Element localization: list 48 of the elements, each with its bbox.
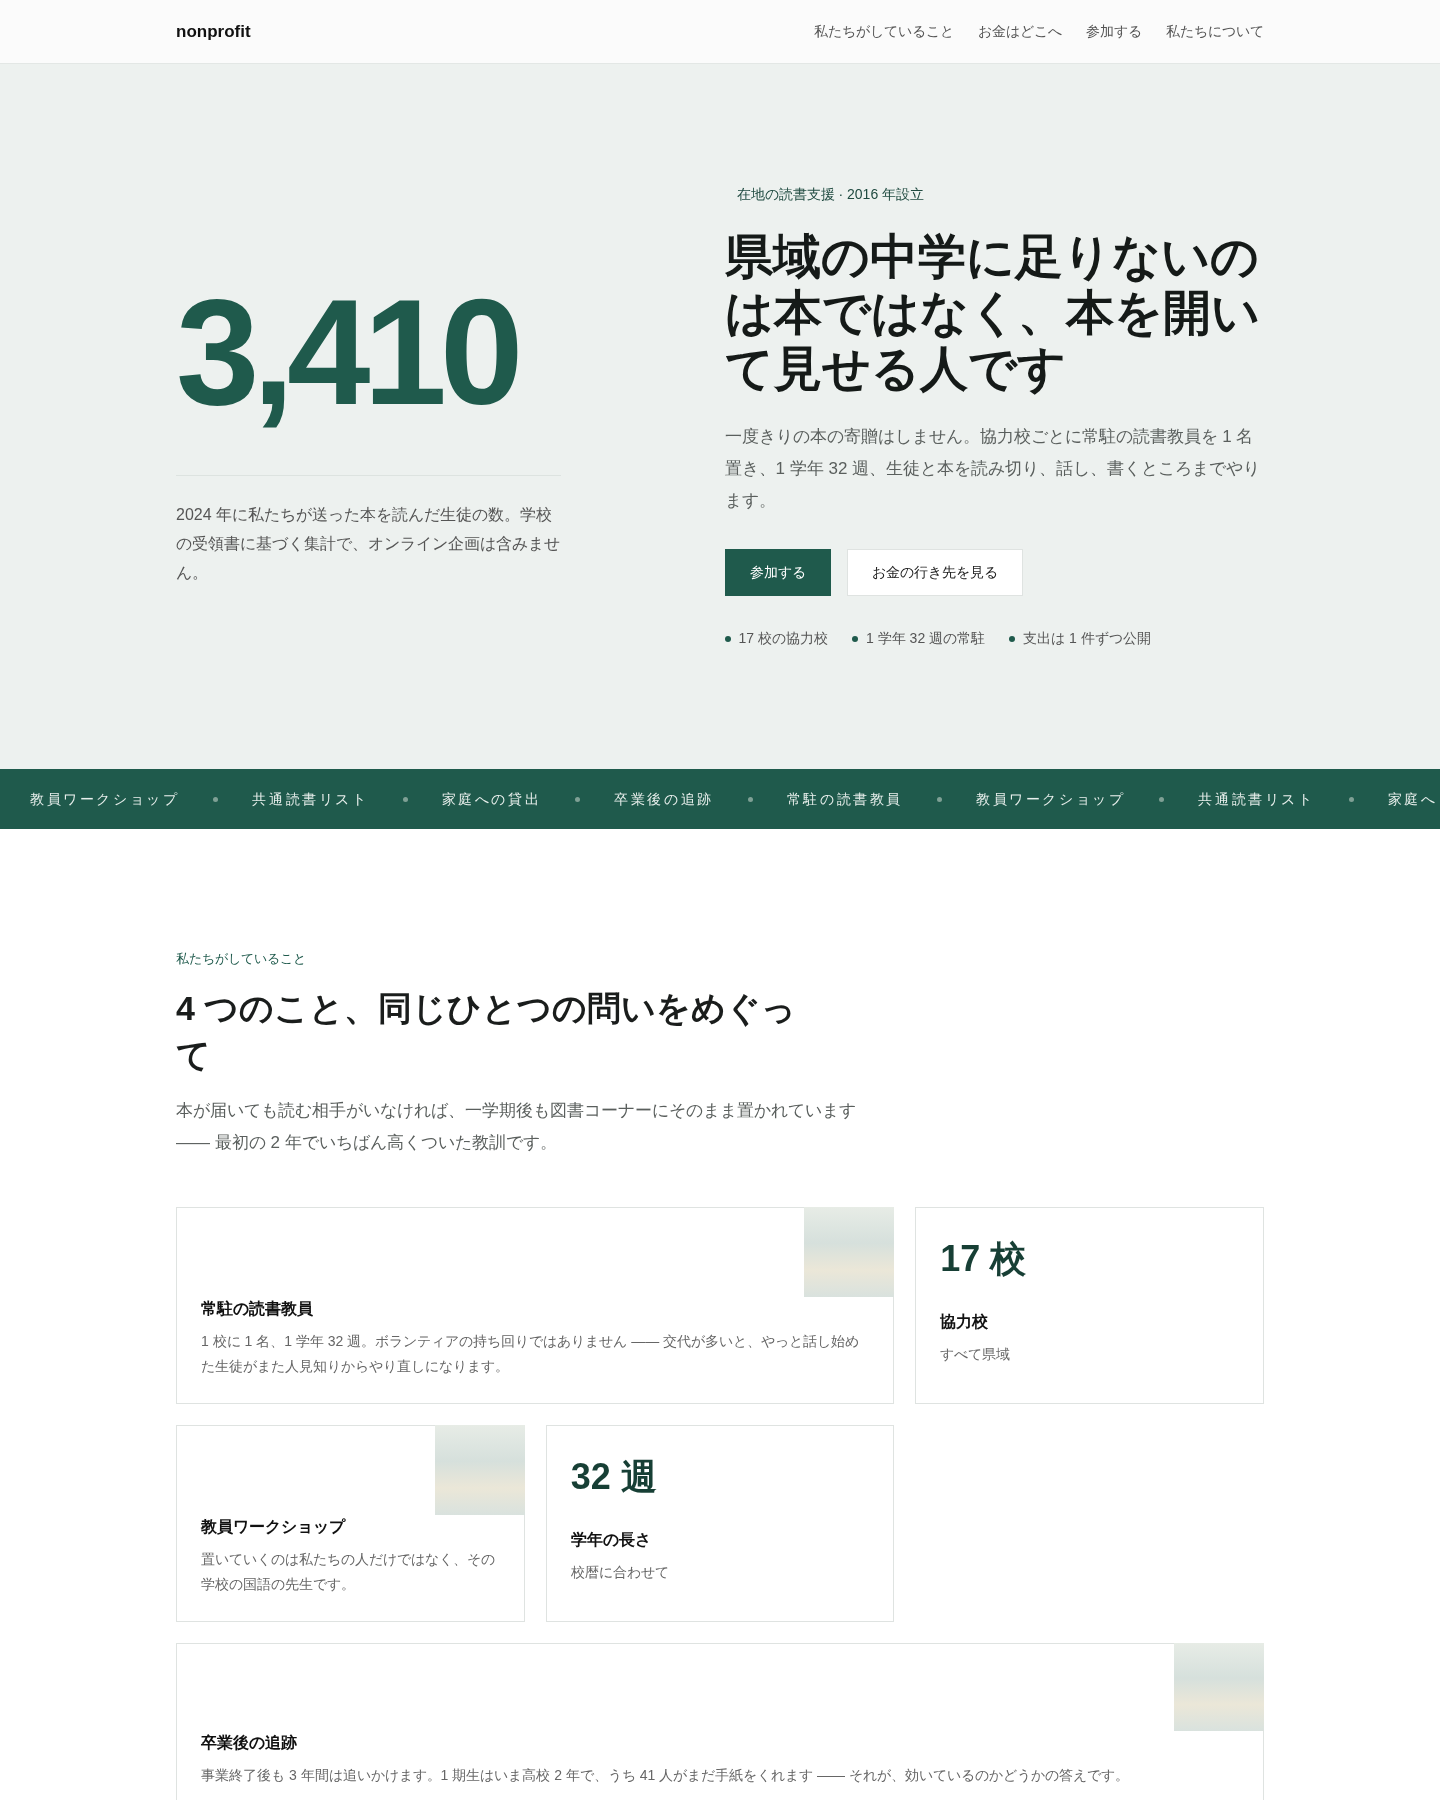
ticker-item: 共通読書リスト bbox=[252, 789, 369, 809]
separator-dot-icon bbox=[575, 796, 581, 802]
join-button[interactable]: 参加する bbox=[724, 549, 831, 596]
ticker-item: 家庭への貸出 bbox=[441, 789, 542, 809]
card-title: 教員ワークショップ bbox=[201, 1516, 347, 1537]
card-title: 卒業後の追跡 bbox=[201, 1732, 298, 1753]
bullet-icon bbox=[852, 635, 859, 642]
highlight-text: 1 学年 32 週の常駐 bbox=[866, 629, 986, 648]
hero-lead: 一度きりの本の寄贈はしません。協力校ごとに常駐の読書教員を 1 名置き、1 学年 32 週、生徒と本を読み切り、話し、書くところまでやります。 bbox=[724, 426, 1262, 512]
card-text: 事業終了後も 3 年間は追いかけます。1 期生はいま高校 2 年で、うち 41 人がまだ手紙をくれます —— それが、効いているのかどうかの答えです。 bbox=[201, 1765, 1130, 1785]
nav-link[interactable]: お金はどこへ bbox=[978, 21, 1062, 42]
highlight-text: 17 校の協力校 bbox=[738, 629, 829, 648]
section-lead: 本が届いても読む相手がいなければ、一学期後も図書コーナーにそのまま置かれています —— 最初の 2 年でいちばん高くついた教訓です。 bbox=[176, 1099, 856, 1154]
separator-dot-icon bbox=[1348, 796, 1354, 802]
nav-link[interactable]: 私たちについて bbox=[1166, 21, 1264, 42]
separator-dot-icon bbox=[402, 796, 408, 802]
separator-dot-icon bbox=[937, 796, 943, 802]
stat-label: 協力校 bbox=[940, 1311, 990, 1332]
highlight-text: 支出は 1 件ずつ公開 bbox=[1023, 629, 1151, 648]
card-text: 1 校に 1 名、1 学年 32 週。ボランティアの持ち回りではありません —— 交代が多いと、やっと話し始めた生徒がまた人見知りからやり直しになります。 bbox=[201, 1331, 861, 1376]
bullet-icon bbox=[1009, 635, 1016, 642]
nav-link[interactable]: 参加する bbox=[1086, 21, 1142, 42]
stat-caption: 2024 年に私たちが送った本を読んだ生徒の数。学校の受領書に基づく集計で、オンライン企画は含みません。 bbox=[176, 504, 561, 583]
secondary-button[interactable]: お金の行き先を見る bbox=[846, 549, 1023, 596]
stat-label: 学年の長さ bbox=[570, 1529, 652, 1550]
separator-dot-icon bbox=[1159, 796, 1165, 802]
bullet-icon bbox=[724, 635, 731, 642]
hero-eyebrow: 在地の読書支援 · 2016 年設立 bbox=[735, 185, 926, 204]
hero-title: 県域の中学に足りないのは本ではなく、本を開いて見せる人です bbox=[724, 229, 1261, 397]
separator-dot-icon bbox=[213, 796, 219, 802]
section-title: 4 つのこと、同じひとつの問いをめぐって bbox=[176, 987, 798, 1076]
card-text: 置いていくのは私たちの人だけではなく、その学校の国語の先生です。 bbox=[201, 1549, 496, 1594]
ticker-item: 卒業後の追跡 bbox=[614, 789, 714, 809]
stat-note: 校暦に合わせて bbox=[570, 1562, 670, 1582]
card-title: 常駐の読書教員 bbox=[201, 1298, 314, 1319]
ticker-item: 共通読書リスト bbox=[1198, 789, 1315, 809]
ticker-item: 常駐の読書教員 bbox=[786, 789, 904, 809]
section-eyebrow: 私たちがしていること bbox=[176, 950, 307, 968]
stat-value: 32 週 bbox=[570, 1454, 658, 1499]
ticker-item: 教員ワークショップ bbox=[976, 789, 1126, 809]
separator-dot-icon bbox=[747, 796, 753, 802]
stat-number: 3,410 bbox=[176, 276, 518, 427]
nav-link[interactable]: 私たちがしていること bbox=[814, 21, 954, 42]
ticker-item: 教員ワークショップ bbox=[30, 789, 180, 809]
ticker-item: 家庭へ bbox=[1387, 789, 1438, 809]
brand-logo[interactable]: nonprofit bbox=[176, 18, 251, 45]
stat-note: すべて県域 bbox=[940, 1344, 1012, 1364]
stat-value: 17 校 bbox=[940, 1236, 1028, 1281]
